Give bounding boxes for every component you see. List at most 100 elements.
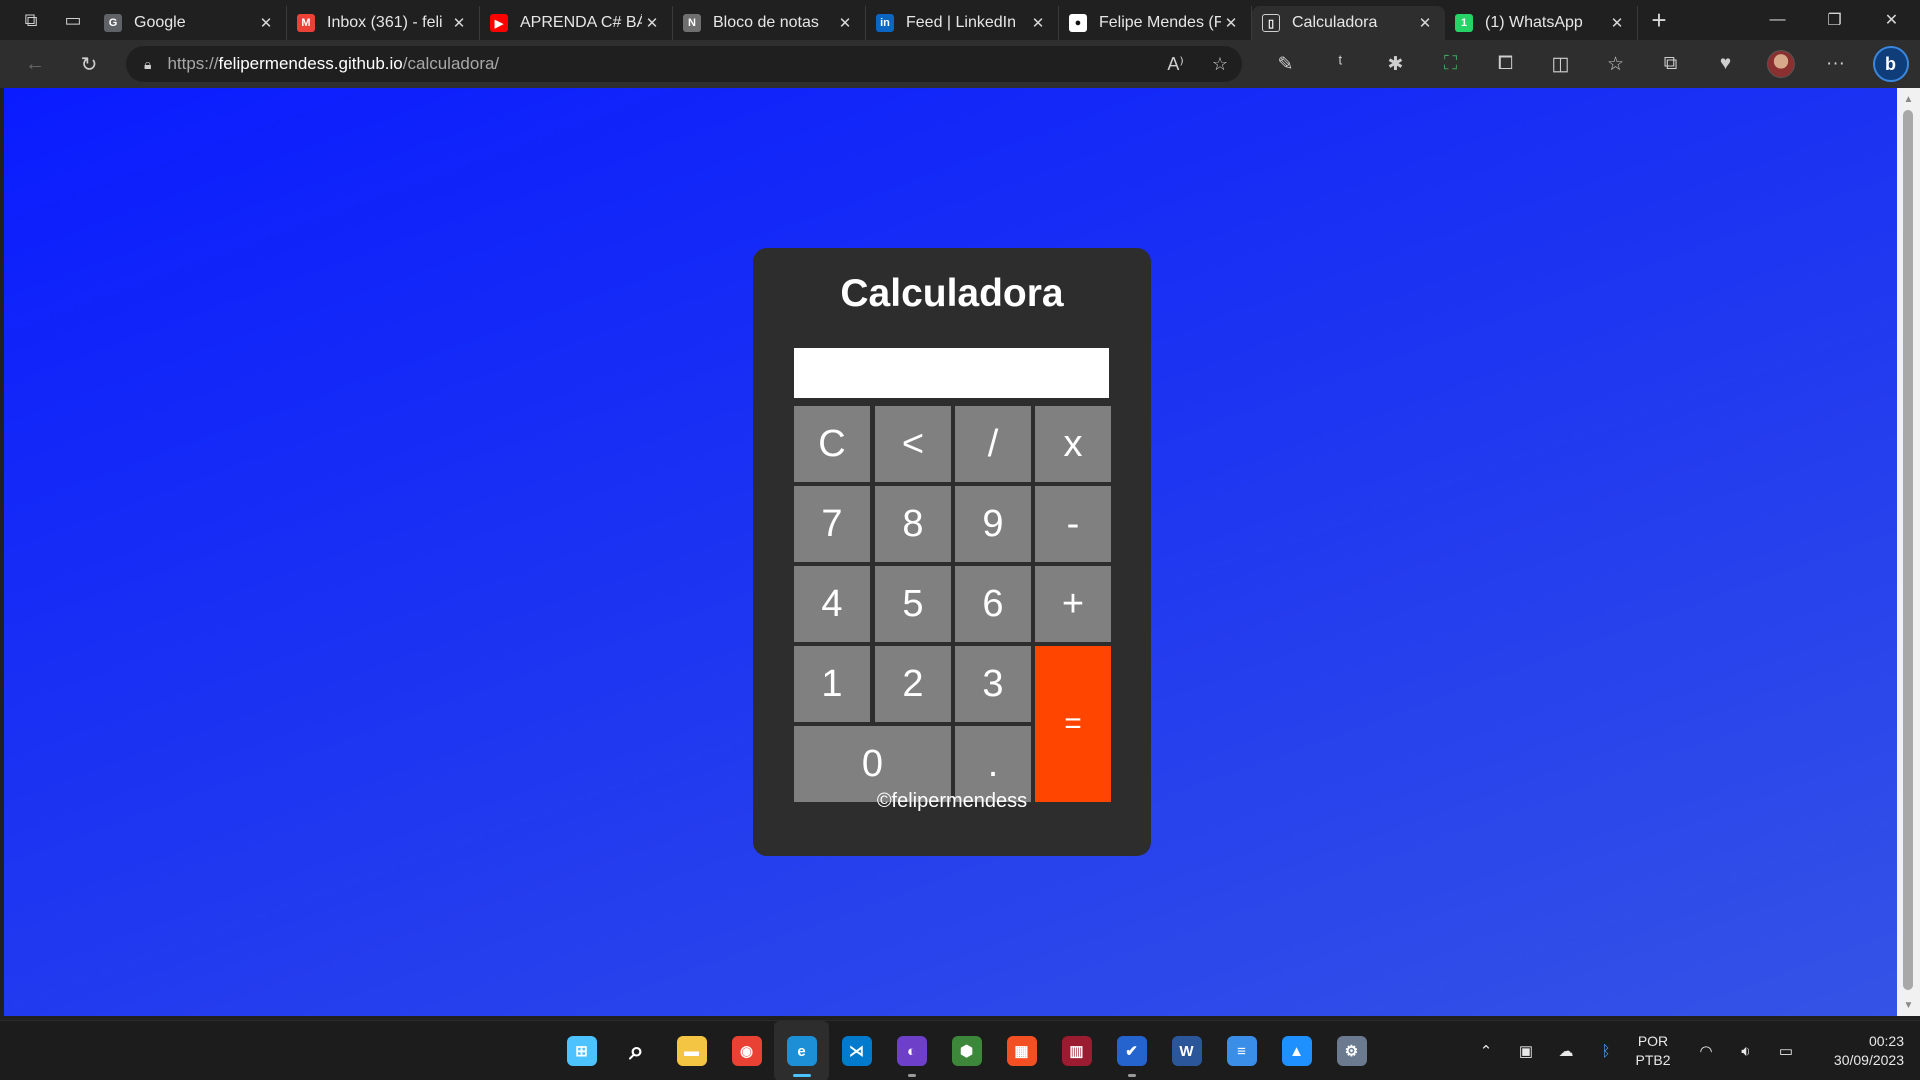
taskbar-start[interactable]: ⊞ xyxy=(554,1021,609,1080)
tab-title: Felipe Mendes (F xyxy=(1099,14,1221,31)
tab-github[interactable]: ● Felipe Mendes (F ✕ xyxy=(1059,6,1252,40)
tab-close-icon[interactable]: ✕ xyxy=(642,14,662,32)
split-screen-icon[interactable]: ◫ xyxy=(1533,44,1588,84)
tray-app-icon[interactable]: ▣ xyxy=(1506,1042,1546,1060)
tab-close-icon[interactable]: ✕ xyxy=(1607,14,1627,32)
nodejs-icon: ⬢ xyxy=(951,1036,982,1066)
language-indicator[interactable]: POR PTB2 xyxy=(1626,1032,1680,1070)
color-picker-icon[interactable]: ✎ xyxy=(1258,44,1313,84)
key-8[interactable]: 8 xyxy=(875,486,951,562)
tab-gmail[interactable]: M Inbox (361) - feli ✕ xyxy=(287,6,480,40)
key-subtract[interactable]: - xyxy=(1035,486,1111,562)
favorite-star-icon[interactable]: ☆ xyxy=(1212,54,1228,75)
key-4[interactable]: 4 xyxy=(794,566,870,642)
running-indicator xyxy=(1127,1074,1136,1077)
taskbar-notepad[interactable]: ≡ xyxy=(1214,1021,1269,1080)
close-window-icon[interactable]: ✕ xyxy=(1863,0,1920,40)
gear-extension-icon[interactable]: ✱ xyxy=(1368,44,1423,84)
minimize-icon[interactable]: — xyxy=(1749,0,1806,40)
tab-actions-icon[interactable]: ▭ xyxy=(52,0,94,40)
onedrive-icon[interactable]: ☁ xyxy=(1546,1042,1586,1060)
taskbar-file-explorer[interactable]: ▬ xyxy=(664,1021,719,1080)
key-2[interactable]: 2 xyxy=(875,646,951,722)
tab-close-icon[interactable]: ✕ xyxy=(835,14,855,32)
tab-notion[interactable]: N Bloco de notas ✕ xyxy=(673,6,866,40)
vscode-icon: ⋊ xyxy=(841,1036,872,1066)
key-6[interactable]: 6 xyxy=(955,566,1031,642)
tab-close-icon[interactable]: ✕ xyxy=(256,14,276,32)
url-text[interactable]: https://felipermendess.github.io/calcula… xyxy=(167,54,499,74)
volume-icon[interactable]: 🔉︎ xyxy=(1726,1043,1766,1060)
extensions-icon[interactable]: ⧠ xyxy=(1478,44,1533,84)
footer-credit: ©felipermendess xyxy=(876,790,1028,812)
taskbar-app-tool[interactable]: ▥ xyxy=(1049,1021,1104,1080)
wifi-icon[interactable]: ◠ xyxy=(1686,1042,1726,1060)
key-7[interactable]: 7 xyxy=(794,486,870,562)
key-backspace[interactable]: < xyxy=(875,406,951,482)
new-tab-button[interactable]: + xyxy=(1638,0,1680,40)
more-options-icon[interactable]: ··· xyxy=(1808,44,1863,84)
extension-icon[interactable]: ᵗ xyxy=(1313,44,1368,84)
tab-close-icon[interactable]: ✕ xyxy=(1221,14,1241,32)
address-bar[interactable]: 🔒︎ https://felipermendess.github.io/calc… xyxy=(126,46,1242,82)
lock-icon[interactable]: 🔒︎ xyxy=(144,56,151,73)
taskbar-settings[interactable]: ⚙ xyxy=(1324,1021,1379,1080)
key-equals[interactable]: = xyxy=(1035,646,1111,802)
page-scrollbar[interactable]: ▲ ▼ xyxy=(1897,88,1920,1016)
taskbar-word[interactable]: W xyxy=(1159,1021,1214,1080)
scroll-thumb[interactable] xyxy=(1903,110,1913,990)
profile-avatar[interactable] xyxy=(1753,44,1808,84)
show-hidden-icons-icon[interactable]: ⌃ xyxy=(1466,1042,1506,1060)
key-5[interactable]: 5 xyxy=(875,566,951,642)
workspaces-icon[interactable]: ⧉ xyxy=(10,0,52,40)
bing-icon[interactable]: b xyxy=(1872,46,1909,82)
tab-youtube[interactable]: ▶ APRENDA C# BÁ ✕ xyxy=(480,6,673,40)
key-multiply[interactable]: x xyxy=(1035,406,1111,482)
notifications-icon[interactable]: ⚙ xyxy=(1912,1042,1920,1060)
collections-icon[interactable]: ⧉ xyxy=(1643,44,1698,84)
key-3[interactable]: 3 xyxy=(955,646,1031,722)
key-clear[interactable]: C xyxy=(794,406,870,482)
favorites-icon[interactable]: ☆ xyxy=(1588,44,1643,84)
key-1[interactable]: 1 xyxy=(794,646,870,722)
restore-icon[interactable]: ❐ xyxy=(1806,0,1863,40)
tab-page[interactable]: ▯ Calculadora ✕ xyxy=(1252,6,1445,40)
tab-close-icon[interactable]: ✕ xyxy=(1415,14,1435,32)
tab-close-icon[interactable]: ✕ xyxy=(449,14,469,32)
taskbar-edge[interactable]: e xyxy=(774,1021,829,1080)
back-button[interactable]: ← xyxy=(8,44,62,84)
taskbar-photos[interactable]: ▲ xyxy=(1269,1021,1324,1080)
taskbar-github-desktop[interactable]: ◐ xyxy=(884,1021,939,1080)
key-divide[interactable]: / xyxy=(955,406,1031,482)
tab-title: Inbox (361) - feli xyxy=(327,14,443,31)
read-aloud-icon[interactable]: A⁾ xyxy=(1167,54,1183,75)
bluetooth-icon[interactable]: ᛒ xyxy=(1586,1043,1626,1060)
linkedin-icon: in xyxy=(876,14,894,32)
start-icon: ⊞ xyxy=(566,1036,597,1066)
scroll-up-icon[interactable]: ▲ xyxy=(1897,90,1920,108)
page-icon: ▯ xyxy=(1262,14,1280,32)
screenshot-icon[interactable]: ⛶ xyxy=(1423,44,1478,84)
tab-linkedin[interactable]: in Feed | LinkedIn ✕ xyxy=(866,6,1059,40)
bing-copilot-icon[interactable]: b xyxy=(1863,44,1918,84)
battery-icon[interactable]: ▭ xyxy=(1766,1042,1806,1060)
tab-close-icon[interactable]: ✕ xyxy=(1028,14,1048,32)
clock[interactable]: 00:23 30/09/2023 xyxy=(1816,1032,1904,1070)
scroll-down-icon[interactable]: ▼ xyxy=(1897,996,1920,1014)
tab-whatsapp[interactable]: 1 (1) WhatsApp ✕ xyxy=(1445,6,1638,40)
taskbar-nodejs[interactable]: ⬢ xyxy=(939,1021,994,1080)
tab-google[interactable]: G Google ✕ xyxy=(94,6,287,40)
chrome-icon: ◉ xyxy=(731,1036,762,1066)
key-add[interactable]: + xyxy=(1035,566,1111,642)
avatar[interactable] xyxy=(1766,50,1795,78)
taskbar-todo[interactable]: ✔ xyxy=(1104,1021,1159,1080)
refresh-button[interactable]: ↻ xyxy=(62,44,116,84)
taskbar-chrome[interactable]: ◉ xyxy=(719,1021,774,1080)
photos-icon: ▲ xyxy=(1281,1036,1312,1066)
calculator-display[interactable] xyxy=(794,348,1109,398)
taskbar-microsoft-store[interactable]: ▦ xyxy=(994,1021,1049,1080)
taskbar-vscode[interactable]: ⋊ xyxy=(829,1021,884,1080)
key-9[interactable]: 9 xyxy=(955,486,1031,562)
browser-essentials-icon[interactable]: ♥ xyxy=(1698,44,1753,84)
taskbar-search[interactable]: ⌕ xyxy=(609,1021,664,1080)
